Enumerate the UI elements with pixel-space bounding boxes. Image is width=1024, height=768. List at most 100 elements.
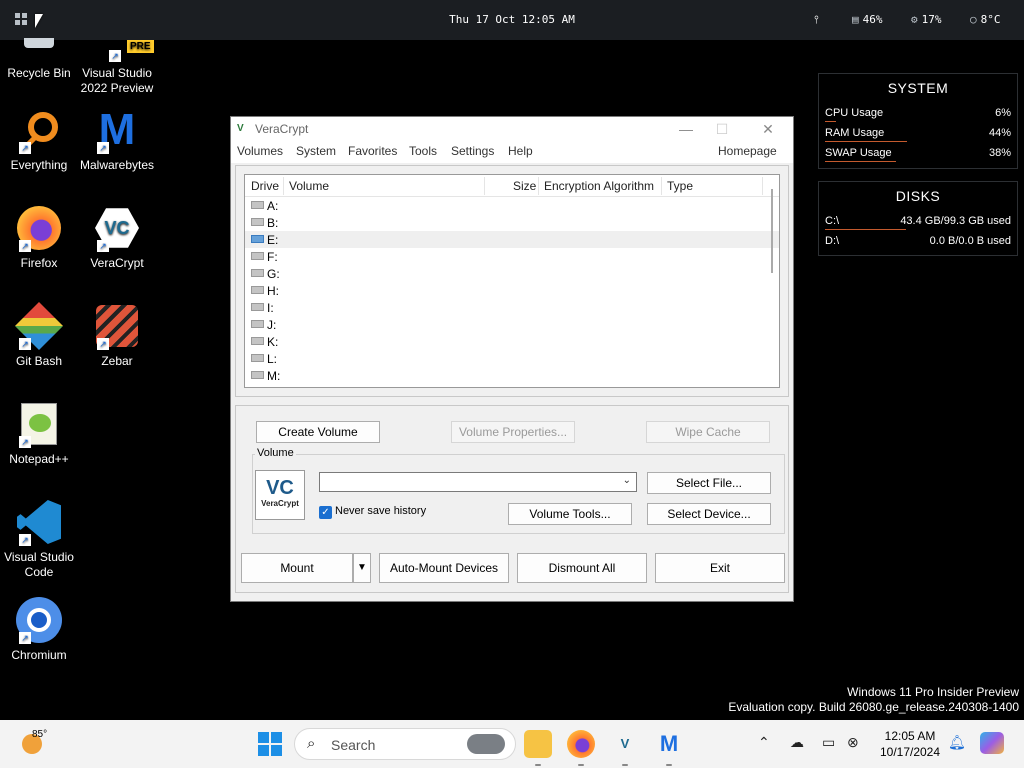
shortcut-arrow-icon: ↗: [19, 534, 31, 546]
git-bash-icon: ↗: [14, 301, 64, 351]
shortcut-arrow-icon: ↗: [19, 240, 31, 252]
drive-list[interactable]: Drive Volume Size Encryption Algorithm T…: [244, 174, 780, 388]
notification-bell-icon[interactable]: 🔔︎: [948, 734, 966, 751]
recycle-bin-icon: [15, 38, 63, 62]
usage-bar: [825, 229, 906, 230]
drive-row[interactable]: B:: [245, 214, 779, 231]
shortcut-arrow-icon: ↗: [97, 240, 109, 252]
column-encryption-algorithm[interactable]: Encryption Algorithm: [544, 179, 654, 193]
close-icon[interactable]: ✕: [753, 119, 783, 139]
select-file-button[interactable]: Select File...: [647, 472, 771, 494]
shortcut-arrow-icon: ↗: [109, 50, 121, 62]
desktop-icon-malwarebytes[interactable]: M ↗ Malwarebytes: [77, 106, 157, 173]
veracrypt-logo: VC VeraCrypt: [255, 470, 305, 520]
window-titlebar[interactable]: V VeraCrypt — ☐ ✕: [231, 117, 793, 141]
usage-bar: [825, 161, 896, 162]
create-volume-button[interactable]: Create Volume: [256, 421, 380, 443]
veracrypt-icon: VC ↗: [93, 204, 141, 252]
top-status-bar: Thu 17 Oct 12:05 AM ⫯ ▤ 46% ⚙ 17% ○ 8°C: [0, 0, 1024, 40]
menu-tools[interactable]: Tools: [409, 144, 437, 158]
never-save-history-checkbox[interactable]: ✓: [319, 506, 332, 519]
desktop-icon-veracrypt[interactable]: VC ↗ VeraCrypt: [77, 204, 157, 271]
auto-mount-devices-button[interactable]: Auto-Mount Devices: [379, 553, 509, 583]
drive-row[interactable]: E:: [245, 231, 779, 248]
system-widget: SYSTEM CPU Usage 6% RAM Usage 44% SWAP Usa…: [818, 73, 1018, 169]
row-value: 44%: [988, 127, 1011, 139]
watermark-line-2: Evaluation copy. Build 26080.ge_release.…: [728, 700, 1019, 714]
drive-row[interactable]: L:: [245, 350, 779, 367]
network-off-icon[interactable]: ☁: [790, 734, 804, 751]
disk-c-row: C:\ 43.4 GB/99.3 GB used: [825, 212, 1011, 232]
row-label: C:\: [825, 215, 840, 227]
chevron-up-icon[interactable]: ⌃: [758, 734, 770, 751]
drive-list-scrollbar[interactable]: [771, 189, 773, 273]
drive-icon: [251, 320, 264, 328]
file-explorer-icon[interactable]: [524, 730, 552, 758]
never-save-history-label[interactable]: Never save history: [335, 505, 426, 517]
menu-favorites[interactable]: Favorites: [348, 144, 397, 158]
drive-row[interactable]: A:: [245, 197, 779, 214]
copilot-icon[interactable]: [980, 732, 1004, 754]
row-value: 38%: [988, 147, 1011, 159]
watermark-line-1: Windows 11 Pro Insider Preview: [847, 685, 1019, 699]
homepage-link[interactable]: Homepage: [718, 144, 777, 158]
cpu-icon: ⚙: [911, 13, 918, 26]
drive-row[interactable]: H:: [245, 282, 779, 299]
desktop-icon-firefox[interactable]: ↗ Firefox: [0, 204, 79, 271]
drive-row[interactable]: J:: [245, 316, 779, 333]
volume-tools-button[interactable]: Volume Tools...: [508, 503, 632, 525]
volume-controls-panel: Create Volume Volume Properties... Wipe …: [235, 405, 789, 593]
start-button-icon[interactable]: [258, 732, 282, 756]
volume-properties-button: Volume Properties...: [451, 421, 575, 443]
volume-group-label: Volume: [255, 447, 296, 459]
desktop-icon-zebar[interactable]: ↗ Zebar: [77, 302, 157, 369]
usage-bar: [825, 121, 836, 122]
desktop-icon-vscode[interactable]: ↗ Visual Studio Code: [0, 498, 79, 580]
volume-path-combobox[interactable]: ⌄: [319, 472, 637, 492]
drive-row[interactable]: M:: [245, 367, 779, 384]
menu-volumes[interactable]: Volumes: [237, 144, 283, 158]
running-indicator: [535, 764, 541, 766]
minimize-icon[interactable]: —: [671, 119, 701, 139]
chromium-icon: ↗: [15, 596, 63, 644]
shortcut-arrow-icon: ↗: [19, 338, 31, 350]
drive-row[interactable]: K:: [245, 333, 779, 350]
desktop-icon-notepad-plus-plus[interactable]: ↗ Notepad++: [0, 400, 79, 467]
column-size[interactable]: Size: [513, 179, 536, 193]
taskbar-search-box[interactable]: ⌕ Search: [294, 728, 516, 760]
drive-letter: L:: [267, 352, 278, 366]
drive-row[interactable]: F:: [245, 248, 779, 265]
display-icon[interactable]: ▭: [822, 734, 835, 751]
column-drive[interactable]: Drive: [251, 179, 279, 193]
menu-settings[interactable]: Settings: [451, 144, 494, 158]
chevron-down-icon[interactable]: ⌄: [623, 475, 631, 486]
volume-muted-icon[interactable]: ⊗: [847, 734, 859, 751]
mount-button[interactable]: Mount: [241, 553, 353, 583]
desktop-icon-recycle-bin[interactable]: Recycle Bin: [0, 38, 79, 81]
firefox-taskbar-icon[interactable]: [567, 730, 595, 758]
desktop-icon-everything[interactable]: ↗ Everything: [0, 106, 79, 173]
column-volume[interactable]: Volume: [289, 179, 329, 193]
desktop-icon-chromium[interactable]: ↗ Chromium: [0, 596, 79, 663]
desktop-icon-git-bash[interactable]: ↗ Git Bash: [0, 301, 79, 369]
menu-help[interactable]: Help: [508, 144, 533, 158]
vscode-icon: ↗: [15, 498, 63, 546]
desktop-icon-visual-studio[interactable]: PRE ↗ Visual Studio 2022 Preview: [77, 38, 157, 96]
select-device-button[interactable]: Select Device...: [647, 503, 771, 525]
desktop-icon-label: Zebar: [101, 354, 133, 368]
taskbar-clock[interactable]: 12:05 AM 10/17/2024: [876, 728, 944, 760]
malwarebytes-taskbar-icon[interactable]: M: [655, 730, 683, 758]
dismount-all-button[interactable]: Dismount All: [517, 553, 647, 583]
desktop-icon-label: Visual Studio Code: [4, 550, 74, 579]
mount-dropdown-icon[interactable]: ▼: [353, 553, 371, 583]
column-type[interactable]: Type: [667, 179, 693, 193]
disk-d-row: D:\ 0.0 B/0.0 B used: [825, 232, 1011, 252]
drive-row[interactable]: I:: [245, 299, 779, 316]
drive-row[interactable]: G:: [245, 265, 779, 282]
ram-usage-row: RAM Usage 44%: [825, 124, 1011, 144]
drive-icon: [251, 371, 264, 379]
weather-temperature[interactable]: 85°: [32, 729, 47, 740]
menu-system[interactable]: System: [296, 144, 336, 158]
exit-button[interactable]: Exit: [655, 553, 785, 583]
veracrypt-taskbar-icon[interactable]: V: [611, 730, 639, 758]
